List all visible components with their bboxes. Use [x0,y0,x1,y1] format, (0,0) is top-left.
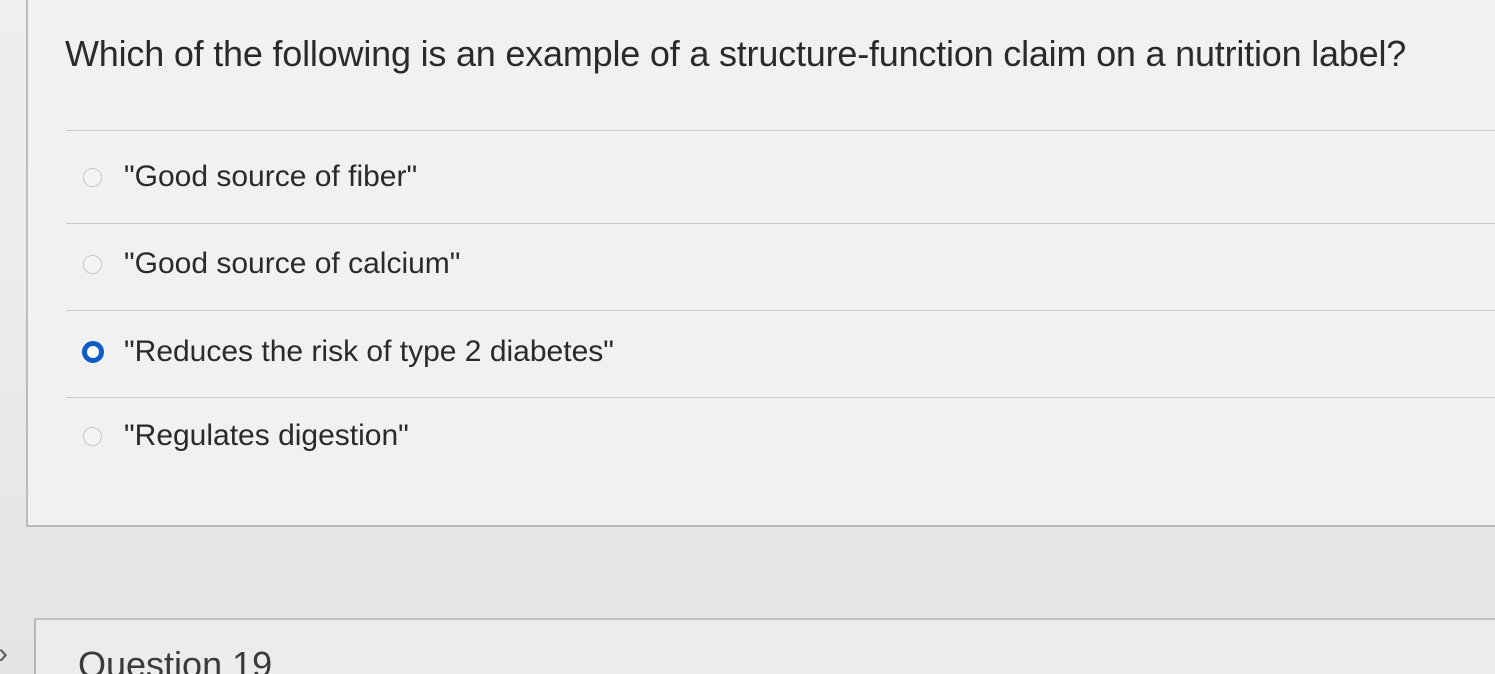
divider [66,130,1495,131]
answer-label: "Reduces the risk of type 2 diabetes" [124,335,614,368]
quiz-page: Which of the following is an example of … [0,0,1495,674]
answer-option-3[interactable]: "Reduces the risk of type 2 diabetes" [82,330,614,374]
answer-option-2[interactable]: "Good source of calcium" [83,242,460,286]
question-card: Which of the following is an example of … [26,0,1495,527]
answer-label: "Good source of calcium" [124,247,461,280]
answer-label: "Good source of fiber" [124,160,418,193]
next-question-title: Question 19 [78,644,273,674]
answer-option-4[interactable]: "Regulates digestion" [83,414,409,458]
radio-button[interactable] [83,167,102,187]
question-prompt: Which of the following is an example of … [65,33,1407,74]
divider [66,397,1495,398]
answer-option-1[interactable]: "Good source of fiber" [83,155,417,199]
radio-button[interactable] [83,254,102,274]
answer-label: "Regulates digestion" [124,419,409,452]
next-question-card: Question 19 [34,618,1495,674]
radio-button[interactable] [83,426,102,446]
divider [66,223,1495,224]
radio-button-selected[interactable] [82,341,104,363]
chevron-right-icon[interactable]: › [0,639,12,669]
divider [66,310,1495,311]
